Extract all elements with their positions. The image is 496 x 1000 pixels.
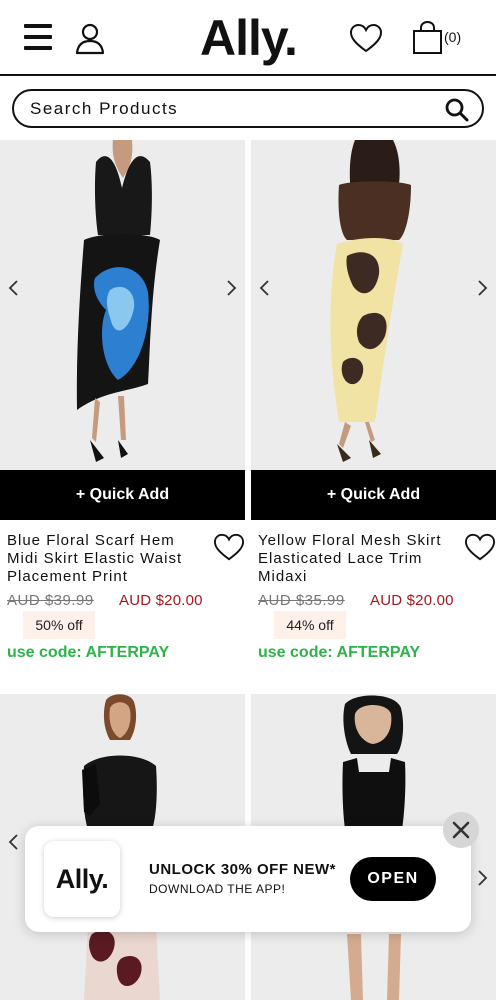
product-image[interactable]: [251, 140, 496, 470]
bag-count: (0): [444, 29, 462, 45]
heart-icon[interactable]: [212, 532, 246, 562]
chevron-left-icon[interactable]: [255, 276, 275, 300]
original-price: AUD $35.99: [258, 592, 345, 609]
heart-icon[interactable]: [463, 532, 496, 562]
quick-add-button[interactable]: + Quick Add: [0, 470, 245, 520]
promo-code: use code: AFTERPAY: [258, 644, 421, 661]
banner-title: UNLOCK 30% OFF NEW*: [149, 861, 337, 878]
product-photo: [251, 140, 496, 470]
sale-price: AUD $20.00: [370, 592, 454, 609]
app-logo: Ally.: [44, 841, 120, 917]
product-name[interactable]: Blue Floral Scarf Hem Midi Skirt Elastic…: [7, 532, 197, 586]
promo-code: use code: AFTERPAY: [7, 644, 170, 661]
chevron-left-icon[interactable]: [4, 830, 24, 854]
bag-icon[interactable]: [410, 20, 446, 56]
original-price: AUD $39.99: [7, 592, 94, 609]
product-image[interactable]: [0, 140, 245, 470]
product-photo: [0, 140, 245, 470]
discount-badge: 50% off: [23, 611, 95, 639]
discount-badge: 44% off: [274, 611, 346, 639]
chevron-right-icon[interactable]: [472, 276, 492, 300]
chevron-left-icon[interactable]: [4, 276, 24, 300]
product-name[interactable]: Yellow Floral Mesh Skirt Elasticated Lac…: [258, 532, 448, 586]
sale-price: AUD $20.00: [119, 592, 203, 609]
chevron-right-icon[interactable]: [472, 866, 492, 890]
menu-icon[interactable]: [24, 24, 52, 50]
search-icon[interactable]: [444, 97, 470, 123]
heart-icon[interactable]: [348, 22, 384, 54]
banner-subtitle: DOWNLOAD THE APP!: [149, 882, 286, 896]
app-promo-banner: Ally. UNLOCK 30% OFF NEW* DOWNLOAD THE A…: [25, 826, 471, 932]
chevron-right-icon[interactable]: [221, 276, 241, 300]
site-header: Ally. (0): [0, 0, 496, 76]
account-icon[interactable]: [72, 20, 108, 56]
quick-add-button[interactable]: + Quick Add: [251, 470, 496, 520]
search-bar: [12, 89, 484, 128]
open-app-button[interactable]: OPEN: [350, 857, 436, 901]
search-input[interactable]: [30, 97, 430, 121]
brand-logo[interactable]: Ally.: [200, 8, 298, 68]
close-icon[interactable]: [443, 812, 479, 848]
